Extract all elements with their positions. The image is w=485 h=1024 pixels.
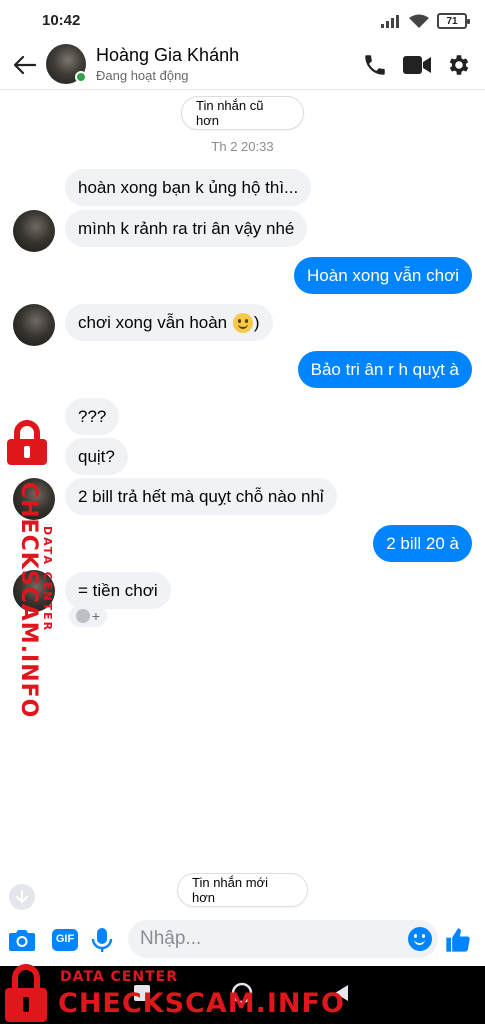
message-input-wrapper [128, 920, 438, 958]
message-composer: GIF [0, 914, 485, 966]
watermark-small-text: DATA CENTER [60, 969, 178, 985]
status-icons: 71 [381, 12, 470, 30]
gif-button[interactable]: GIF [50, 925, 80, 955]
contact-avatar[interactable] [46, 44, 87, 84]
watermark-big-text: CHECKSCAM.INFO [16, 482, 41, 719]
watermark-vertical: DATA CENTER CHECKSCAM.INFO [0, 420, 60, 718]
battery-level: 71 [446, 15, 458, 27]
phone-icon [365, 55, 385, 75]
message-bubble-incoming[interactable]: = tiền chơi [65, 572, 171, 609]
message-text-suffix: ) [253, 312, 260, 332]
signal-icon [381, 15, 399, 28]
video-call-button[interactable] [403, 51, 431, 79]
like-icon [446, 928, 470, 952]
camera-button[interactable] [7, 925, 37, 955]
contact-name[interactable]: Hoàng Gia Khánh [96, 45, 239, 66]
online-status-dot [75, 71, 87, 83]
contact-status: Đang hoạt động [96, 68, 189, 83]
message-bubble-incoming[interactable]: hoàn xong bạn k ủng hộ thì... [65, 169, 312, 206]
emoji-icon[interactable] [408, 927, 432, 951]
status-bar: 10:42 71 [0, 0, 485, 40]
message-bubble-outgoing[interactable]: Hoàn xong vẫn chơi [294, 257, 472, 294]
message-text: chơi xong vẫn hoàn [78, 312, 228, 332]
add-reaction-button[interactable]: + [69, 605, 107, 627]
watermark-bottom: DATA CENTER CHECKSCAM.INFO [0, 962, 344, 1024]
older-messages-button[interactable]: Tin nhắn cũ hơn [181, 96, 304, 130]
wifi-icon [409, 14, 429, 28]
sender-avatar[interactable] [13, 210, 55, 252]
message-bubble-outgoing[interactable]: 2 bill 20 à [373, 525, 472, 562]
chat-header: Hoàng Gia Khánh Đang hoạt động [0, 40, 485, 90]
video-camera-icon [403, 56, 431, 74]
watermark-big-text: CHECKSCAM.INFO [58, 988, 345, 1019]
like-button[interactable] [443, 925, 473, 955]
watermark-vertical-text: DATA CENTER CHECKSCAM.INFO [0, 482, 54, 719]
gear-icon [449, 55, 469, 75]
arrow-down-icon [16, 890, 28, 903]
settings-button[interactable] [445, 51, 473, 79]
header-actions [361, 51, 473, 79]
add-reaction-plus: + [91, 608, 101, 624]
message-input[interactable] [140, 920, 390, 958]
smiling-face-emoji-icon [232, 312, 253, 333]
message-timestamp: Th 2 20:33 [211, 139, 274, 154]
reaction-face-icon [75, 609, 90, 623]
status-time: 10:42 [42, 12, 81, 29]
camera-icon [9, 930, 35, 951]
message-bubble-incoming[interactable]: mình k rảnh ra tri ân vậy nhé [65, 210, 308, 247]
scroll-to-bottom-button[interactable] [9, 884, 35, 910]
gif-label: GIF [55, 933, 75, 945]
battery-indicator: 71 [437, 13, 470, 29]
message-bubble-incoming[interactable]: 2 bill trả hết mà quỵt chỗ nào nhỉ [65, 478, 337, 515]
message-bubble-incoming[interactable]: ??? [65, 398, 120, 435]
voice-call-button[interactable] [361, 51, 389, 79]
message-bubble-incoming[interactable]: chơi xong vẫn hoàn ) [65, 304, 273, 341]
message-bubble-outgoing[interactable]: Bảo tri ân r h quỵt à [297, 351, 472, 388]
microphone-icon [91, 928, 113, 952]
padlock-icon [7, 420, 47, 465]
voice-clip-button[interactable] [87, 925, 117, 955]
watermark-small-text: DATA CENTER [41, 526, 54, 633]
padlock-icon [5, 964, 47, 1022]
sender-avatar[interactable] [13, 304, 55, 346]
message-bubble-incoming[interactable]: quịt? [65, 438, 128, 475]
back-button[interactable] [10, 50, 40, 80]
messenger-chat-screen: 10:42 71 Hoàng Gia Khánh Đang hoạt động [0, 0, 485, 1024]
newer-messages-button[interactable]: Tin nhắn mới hơn [177, 873, 308, 907]
arrow-left-icon [14, 56, 36, 74]
